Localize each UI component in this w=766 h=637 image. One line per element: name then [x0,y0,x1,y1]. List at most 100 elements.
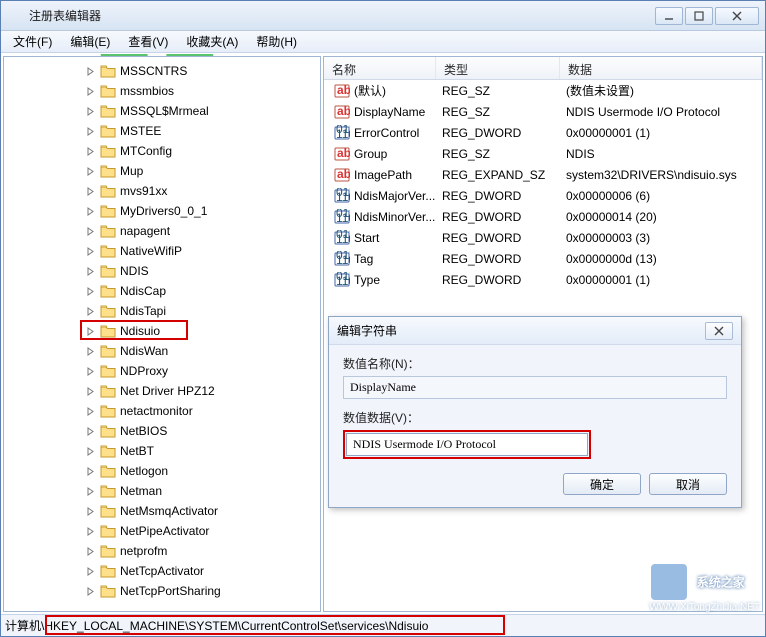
list-row[interactable]: (默认)REG_SZ(数值未设置) [324,80,762,101]
dialog-close-button[interactable] [705,322,733,340]
tree-item[interactable]: NdisWan [4,341,320,361]
expander-icon[interactable] [84,85,96,97]
tree-item-label: NDProxy [120,364,168,378]
expander-icon[interactable] [84,425,96,437]
list-row[interactable]: GroupREG_SZNDIS [324,143,762,164]
expander-icon[interactable] [84,445,96,457]
expander-icon[interactable] [84,285,96,297]
tree-item[interactable]: Netman [4,481,320,501]
expander-icon[interactable] [84,105,96,117]
cell-data: 0x00000006 (6) [560,189,762,203]
expander-icon[interactable] [84,225,96,237]
tree-item[interactable]: MTConfig [4,141,320,161]
tree-item[interactable]: Netlogon [4,461,320,481]
expander-icon[interactable] [84,305,96,317]
tree-item[interactable]: Net Driver HPZ12 [4,381,320,401]
tree-pane[interactable]: MSSCNTRSmssmbiosMSSQL$MrmealMSTEEMTConfi… [3,56,321,612]
tree-item[interactable]: Mup [4,161,320,181]
cell-name: ErrorControl [354,126,419,140]
tree-item[interactable]: NetMsmqActivator [4,501,320,521]
tree-item-label: Netlogon [120,464,168,478]
minimize-button[interactable] [655,7,683,25]
tree-item-label: Netman [120,484,162,498]
expander-icon[interactable] [84,165,96,177]
expander-icon[interactable] [84,485,96,497]
cell-data: system32\DRIVERS\ndisuio.sys [560,168,762,182]
menu-favorites[interactable]: 收藏夹(A) [178,31,246,52]
list-row[interactable]: StartREG_DWORD0x00000003 (3) [324,227,762,248]
expander-icon[interactable] [84,65,96,77]
tree-item[interactable]: mvs91xx [4,181,320,201]
tree-item[interactable]: NetTcpActivator [4,561,320,581]
string-value-icon [334,83,350,99]
tree-item[interactable]: Ndisuio [4,321,320,341]
tree-item[interactable]: NDIS [4,261,320,281]
expander-icon[interactable] [84,265,96,277]
expander-icon[interactable] [84,205,96,217]
col-type[interactable]: 类型 [436,57,560,79]
list-row[interactable]: DisplayNameREG_SZNDIS Usermode I/O Proto… [324,101,762,122]
menu-edit[interactable]: 编辑(E) [62,31,118,52]
statusbar: 计算机\HKEY_LOCAL_MACHINE\SYSTEM\CurrentCon… [1,614,765,636]
expander-icon[interactable] [84,585,96,597]
cell-name: (默认) [354,82,386,99]
folder-icon [100,304,116,318]
list-row[interactable]: NdisMinorVer...REG_DWORD0x00000014 (20) [324,206,762,227]
tree-item[interactable]: NetPipeActivator [4,521,320,541]
binary-value-icon [334,188,350,204]
cancel-button[interactable]: 取消 [649,473,727,495]
expander-icon[interactable] [84,545,96,557]
value-data-label: 数值数据(V)： [343,409,727,426]
expander-icon[interactable] [84,185,96,197]
col-data[interactable]: 数据 [560,57,762,79]
tree-item[interactable]: NdisCap [4,281,320,301]
tree-item[interactable]: napagent [4,221,320,241]
close-button[interactable] [715,7,759,25]
list-row[interactable]: TypeREG_DWORD0x00000001 (1) [324,269,762,290]
expander-icon[interactable] [84,565,96,577]
expander-icon[interactable] [84,385,96,397]
tree-item[interactable]: NetTcpPortSharing [4,581,320,601]
tree-item[interactable]: MSSQL$Mrmeal [4,101,320,121]
tree-item[interactable]: NDProxy [4,361,320,381]
expander-icon[interactable] [84,505,96,517]
expander-icon[interactable] [84,525,96,537]
list-row[interactable]: ImagePathREG_EXPAND_SZsystem32\DRIVERS\n… [324,164,762,185]
string-value-icon [334,104,350,120]
expander-icon[interactable] [84,345,96,357]
tree-item[interactable]: NdisTapi [4,301,320,321]
expander-icon[interactable] [84,405,96,417]
menu-file[interactable]: 文件(F) [5,31,60,52]
expander-icon[interactable] [84,245,96,257]
list-row[interactable]: ErrorControlREG_DWORD0x00000001 (1) [324,122,762,143]
tree-item[interactable]: MyDrivers0_0_1 [4,201,320,221]
maximize-button[interactable] [685,7,713,25]
expander-icon[interactable] [84,465,96,477]
tree-item[interactable]: mssmbios [4,81,320,101]
tree-item[interactable]: MSTEE [4,121,320,141]
menu-view[interactable]: 查看(V) [120,31,176,52]
expander-icon[interactable] [84,145,96,157]
value-data-input[interactable] [346,433,588,456]
menu-help[interactable]: 帮助(H) [248,31,305,52]
expander-icon[interactable] [84,365,96,377]
list-row[interactable]: TagREG_DWORD0x0000000d (13) [324,248,762,269]
col-name[interactable]: 名称 [324,57,436,79]
tree-item[interactable]: netactmonitor [4,401,320,421]
expander-icon[interactable] [84,325,96,337]
tree-item[interactable]: NetBIOS [4,421,320,441]
tree-item[interactable]: MSSCNTRS [4,61,320,81]
list-row[interactable]: NdisMajorVer...REG_DWORD0x00000006 (6) [324,185,762,206]
ok-button[interactable]: 确定 [563,473,641,495]
tree-item-label: NdisWan [120,344,168,358]
tree-item[interactable]: netprofm [4,541,320,561]
tree-item[interactable]: NativeWifiP [4,241,320,261]
dialog-titlebar[interactable]: 编辑字符串 [329,317,741,345]
cell-type: REG_DWORD [436,273,560,287]
tree-item[interactable]: NetBT [4,441,320,461]
titlebar[interactable]: 注册表编辑器 [1,1,765,31]
expander-icon[interactable] [84,125,96,137]
tree-item-label: netactmonitor [120,404,193,418]
tree-item-label: NetBT [120,444,154,458]
cell-data: 0x00000001 (1) [560,126,762,140]
